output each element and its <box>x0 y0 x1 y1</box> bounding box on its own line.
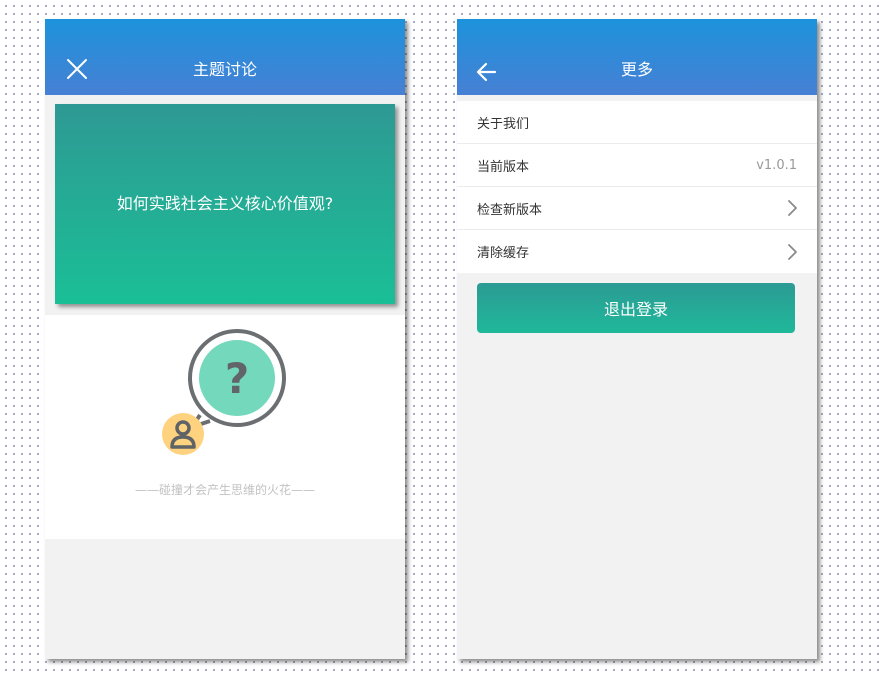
more-screen: 更多 关于我们 当前版本 v1.0.1 检查新版本 清除缓存 退出登录 <box>457 19 817 659</box>
page-title: 主题讨论 <box>192 60 257 79</box>
version-value: v1.0.1 <box>756 157 797 173</box>
menu-item-about[interactable]: 关于我们 <box>457 101 817 144</box>
chevron-right-icon <box>788 243 797 260</box>
menu-item-check-update[interactable]: 检查新版本 <box>457 187 817 230</box>
settings-menu: 关于我们 当前版本 v1.0.1 检查新版本 清除缓存 <box>457 101 817 273</box>
topic-question: 如何实践社会主义核心价值观? <box>116 194 334 213</box>
menu-item-label: 当前版本 <box>477 159 530 175</box>
discussion-header: 主题讨论 <box>45 19 405 95</box>
user-avatar-icon <box>162 413 204 455</box>
page-title: 更多 <box>620 60 653 79</box>
speech-bubble-icon: ? <box>188 329 286 429</box>
tagline: ——碰撞才会产生思维的火花—— <box>134 483 315 497</box>
menu-item-label: 清除缓存 <box>477 246 530 261</box>
topic-content: 如何实践社会主义核心价值观? ? ——碰撞才会产生思维的火花—— <box>45 95 405 539</box>
discussion-illustration: ? <box>162 329 286 455</box>
topic-card[interactable]: 如何实践社会主义核心价值观? <box>55 104 395 304</box>
menu-item-version: 当前版本 v1.0.1 <box>457 144 817 187</box>
discussion-screen: 主题讨论 如何实践社会主义核心价值观? ? ——碰撞才会产生思维的火花—— <box>45 19 405 659</box>
menu-item-label: 检查新版本 <box>477 202 543 218</box>
chevron-right-icon <box>788 200 797 216</box>
logout-button[interactable]: 退出登录 <box>477 283 795 333</box>
menu-item-clear-cache[interactable]: 清除缓存 <box>457 230 817 273</box>
more-header: 更多 <box>457 19 817 95</box>
menu-item-label: 关于我们 <box>477 116 530 132</box>
question-mark-icon: ? <box>225 354 249 403</box>
